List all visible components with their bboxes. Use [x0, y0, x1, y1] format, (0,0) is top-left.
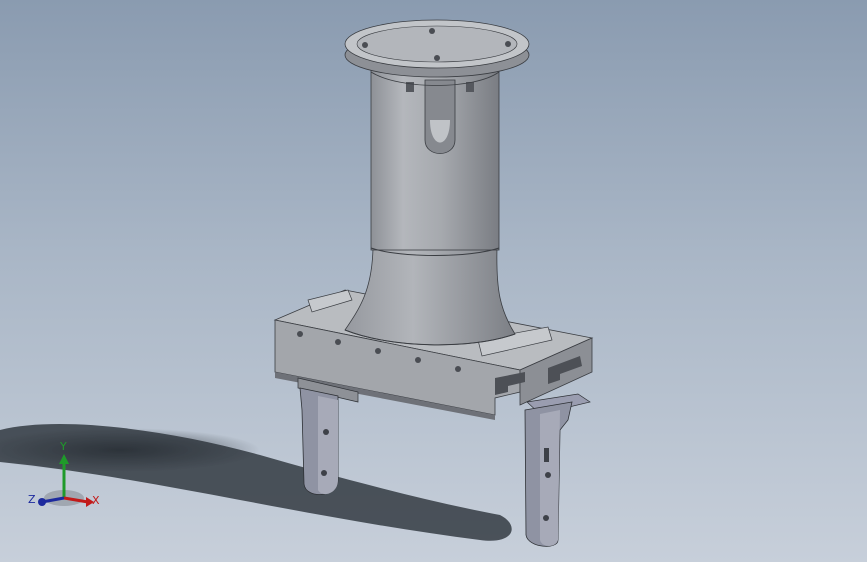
right-gripper-finger	[524, 393, 591, 547]
main-cylinder	[370, 69, 500, 256]
left-gripper-finger	[297, 377, 359, 495]
graphics-viewport[interactable]: Y Z X	[0, 0, 867, 562]
x-axis-label: X	[92, 494, 100, 507]
model-scene	[0, 19, 594, 547]
y-axis-label: Y	[60, 440, 67, 453]
flared-body	[344, 247, 516, 346]
z-axis-label: Z	[28, 493, 36, 506]
view-triad[interactable]: Y Z X	[26, 440, 106, 515]
